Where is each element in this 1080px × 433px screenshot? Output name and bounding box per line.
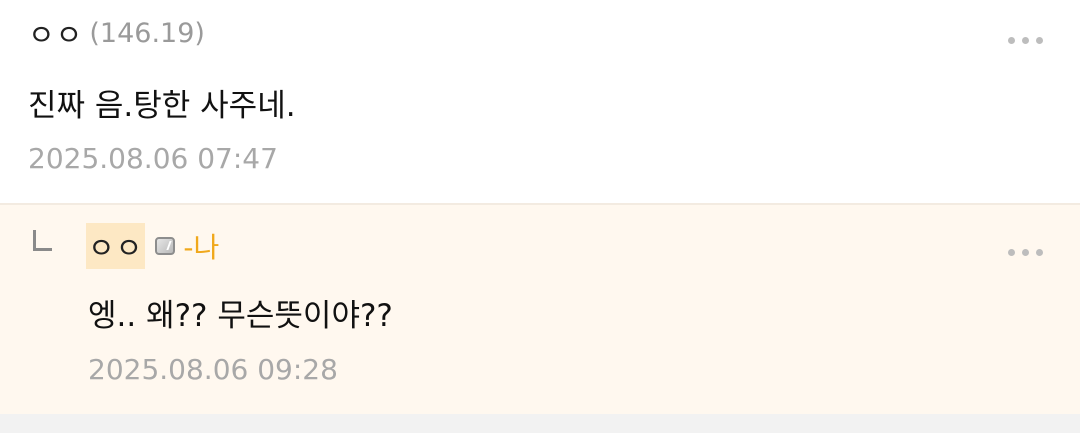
reply-text: 엥.. 왜?? 무슨뜻이야?? xyxy=(88,298,393,334)
section-divider xyxy=(0,414,1080,433)
comment-date: 2025.08.06 07:47 xyxy=(28,142,278,175)
reply-nickname[interactable]: ㅇㅇ xyxy=(86,223,146,269)
reply-author: ㅇㅇ -나 xyxy=(86,223,219,269)
comment-item: ㅇㅇ (146.19) 진짜 음.탕한 사주네. 2025.08.06 07:4… xyxy=(0,0,1080,203)
reply-date: 2025.08.06 09:28 xyxy=(88,353,338,386)
comment-section: ㅇㅇ (146.19) 진짜 음.탕한 사주네. 2025.08.06 07:4… xyxy=(0,0,1080,433)
fixed-nick-icon xyxy=(155,237,176,255)
reply-arrow-icon xyxy=(33,230,52,251)
reply-item: ㅇㅇ -나 엥.. 왜?? 무슨뜻이야?? 2025.08.06 09:28 xyxy=(0,203,1080,416)
comment-more-icon[interactable] xyxy=(1008,37,1043,44)
reply-more-icon[interactable] xyxy=(1008,249,1043,256)
comment-ip: (146.19) xyxy=(89,17,205,49)
comment-nickname[interactable]: ㅇㅇ xyxy=(28,12,83,54)
comment-text: 진짜 음.탕한 사주네. xyxy=(28,88,296,124)
op-badge: -나 xyxy=(183,231,220,264)
comment-author: ㅇㅇ (146.19) xyxy=(28,13,205,53)
